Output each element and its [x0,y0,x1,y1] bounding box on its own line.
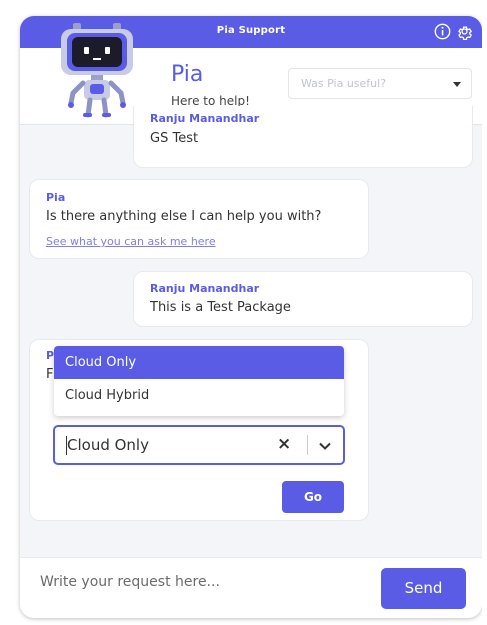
package-select-value: Cloud Only [67,436,149,454]
select-divider [307,435,308,455]
package-dropdown-list: Cloud Only Cloud Hybrid [54,346,344,416]
chevron-down-icon[interactable] [318,438,332,457]
bot-name: Pia [171,62,204,87]
message-text: This is a Test Package [150,300,291,315]
info-icon[interactable] [434,23,451,40]
request-input[interactable]: Write your request here... [40,574,220,590]
clear-x-icon[interactable]: × [277,434,291,454]
robot-avatar-icon [59,23,135,118]
composer: Write your request here... Send [20,557,482,618]
go-button[interactable]: Go [282,481,344,513]
message-text: GS Test [150,131,199,146]
message-author: P [46,349,55,362]
dropdown-option-cloud-hybrid[interactable]: Cloud Hybrid [54,379,344,412]
title-bar-icons [434,23,473,40]
message-bot: Pia Is there anything else I can help yo… [29,179,369,259]
message-text: Is there anything else I can help you wi… [46,209,322,224]
feedback-select[interactable]: Was Pia useful? [288,68,472,99]
send-button[interactable]: Send [381,568,466,609]
message-author: Pia [46,191,66,204]
package-select[interactable]: Cloud Only × [53,425,345,465]
message-user: Ranju Manandhar GS Test [133,106,473,168]
help-link[interactable]: See what you can ask me here [46,235,216,248]
caret-down-icon [453,82,461,87]
chat-widget: Pia Support Pia Here to help! Was Pia us… [20,16,482,618]
feedback-placeholder: Was Pia useful? [301,77,387,90]
message-text: F [46,367,54,382]
message-author: Ranju Manandhar [150,282,260,295]
page: Pia Support Pia Here to help! Was Pia us… [0,0,487,625]
message-user: Ranju Manandhar This is a Test Package [133,271,473,327]
dropdown-option-cloud-only[interactable]: Cloud Only [54,346,344,379]
message-author: Ranju Manandhar [150,112,260,125]
page-edge [482,0,487,625]
gear-icon[interactable] [456,23,473,40]
